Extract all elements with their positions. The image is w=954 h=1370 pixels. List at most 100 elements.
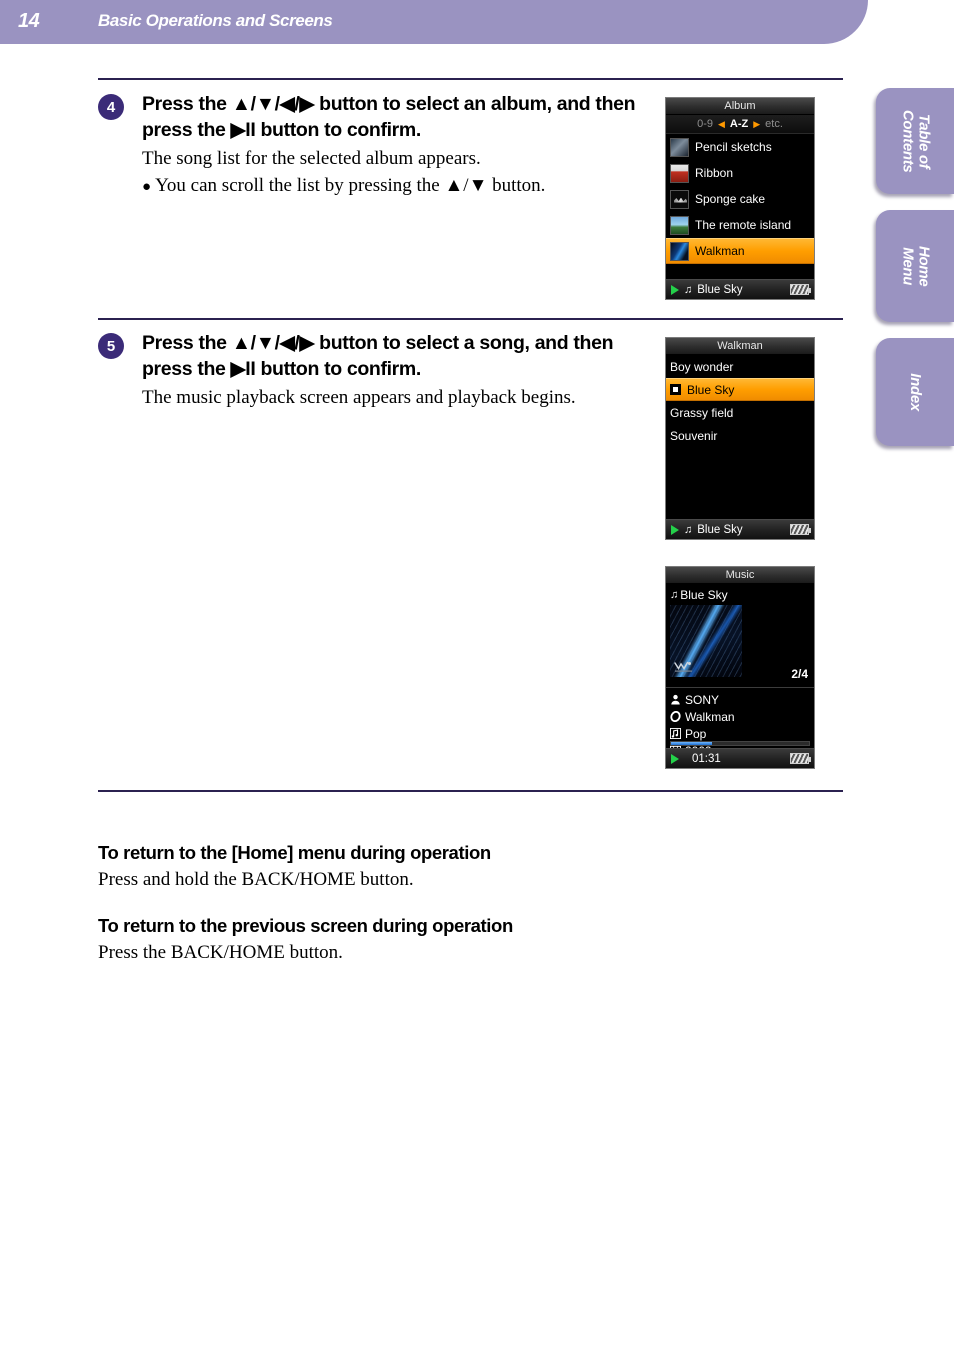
sidebar-item-index[interactable]: Index [876, 338, 954, 446]
album-thumbnail-icon [670, 215, 689, 235]
list-item-label: The remote island [695, 218, 792, 232]
chevron-right-icon[interactable]: ▶ [753, 119, 760, 130]
list-item-label: Walkman [695, 244, 745, 258]
now-playing-title-row: ♫ Blue Sky [666, 584, 814, 605]
list-item-selected[interactable]: Blue Sky [666, 378, 814, 401]
step-number-badge: 5 [98, 333, 124, 359]
step-bullet-text: You can scroll the list by pressing the … [155, 174, 546, 196]
walkman-screen-title: Walkman [666, 338, 814, 355]
list-item[interactable]: The remote island [666, 212, 814, 238]
album-thumbnail-icon [670, 163, 689, 183]
metadata-album-value: Walkman [685, 709, 735, 724]
bullet-dot: ● [142, 178, 152, 195]
step-description: The song list for the selected album app… [142, 147, 481, 169]
album-thumbnail-icon [670, 137, 689, 157]
step-heading: Press the ▲/▼/◀/▶ button to select a son… [142, 332, 614, 380]
filter-current-label: A-Z [729, 118, 749, 130]
list-item-label: Boy wonder [670, 359, 734, 374]
music-screen-title: Music [666, 567, 814, 584]
music-note-icon: ♫ [684, 523, 693, 536]
device-screen-music-playback: Music ♫ Blue Sky 2/4 SONY Walkman Pop 01… [665, 566, 815, 769]
play-icon [671, 753, 679, 764]
section-heading: To return to the [Home] menu during oper… [98, 842, 491, 863]
album-list: Pencil sketchs Ribbon Sponge cake The re… [666, 134, 814, 264]
section-body: Press and hold the BACK/HOME button. [98, 869, 414, 890]
filter-left-label[interactable]: 0-9 [697, 118, 713, 130]
music-note-icon: ♫ [670, 588, 679, 601]
genre-icon [670, 728, 681, 739]
album-art-image [670, 605, 742, 677]
step-description: The music playback screen appears and pl… [142, 386, 576, 408]
track-counter: 2/4 [791, 667, 808, 681]
playback-progress-fill [671, 742, 713, 745]
music-status-bar: 01:31 [666, 748, 814, 768]
list-item-label: Ribbon [695, 166, 734, 180]
album-thumbnail-icon [670, 241, 689, 261]
side-tab-label: Table of Contents [898, 109, 933, 173]
artist-icon [670, 694, 681, 705]
list-item-label: Souvenir [670, 428, 718, 443]
metadata-row-genre: Pop [670, 725, 814, 742]
filter-right-label[interactable]: etc. [765, 118, 783, 130]
sidebar-item-home-menu[interactable]: Home Menu [876, 210, 954, 322]
play-icon [671, 524, 679, 535]
album-icon [670, 711, 681, 722]
divider-top [98, 78, 843, 80]
album-screen-title: Album [666, 98, 814, 115]
divider-bottom [98, 790, 843, 792]
list-item[interactable]: Ribbon [666, 160, 814, 186]
metadata-row-artist: SONY [670, 691, 814, 708]
playback-progress-bar[interactable] [670, 741, 810, 746]
list-item-label: Blue Sky [687, 382, 735, 397]
step-5: 5 Press the ▲/▼/◀/▶ button to select a s… [98, 331, 642, 411]
manual-page: 14 Basic Operations and Screens Table of… [0, 0, 954, 1370]
device-screen-walkman: Walkman Boy wonder Blue Sky Grassy field… [665, 337, 815, 540]
list-item-label: Pencil sketchs [695, 140, 772, 154]
side-tab-label: Index [907, 373, 925, 411]
chevron-left-icon[interactable]: ◀ [718, 119, 725, 130]
section-return-home: To return to the [Home] menu during oper… [98, 842, 698, 891]
step-number-badge: 4 [98, 94, 124, 120]
now-playing-song-title: Blue Sky [680, 587, 728, 602]
walkman-status-bar: ♫ Blue Sky [666, 519, 814, 539]
page-header: 14 Basic Operations and Screens [0, 0, 868, 44]
now-playing-label: Blue Sky [697, 283, 743, 296]
step-bullet: ● You can scroll the list by pressing th… [142, 174, 642, 198]
section-heading: To return to the previous screen during … [98, 915, 513, 936]
page-title: Basic Operations and Screens [98, 11, 333, 30]
list-item[interactable]: Grassy field [666, 401, 814, 424]
metadata-genre-value: Pop [685, 726, 707, 741]
step-heading: Press the ▲/▼/◀/▶ button to select an al… [142, 93, 636, 141]
list-item-label: Grassy field [670, 405, 734, 420]
side-tab-label: Home Menu [898, 245, 933, 287]
list-item[interactable]: Souvenir [666, 424, 814, 447]
now-playing-label: Blue Sky [697, 523, 743, 536]
play-icon [671, 284, 679, 295]
section-return-previous: To return to the previous screen during … [98, 915, 698, 964]
list-item-selected[interactable]: Walkman [666, 238, 814, 264]
metadata-row-album: Walkman [670, 708, 814, 725]
walkman-logo-icon [674, 661, 692, 672]
list-item-label: Sponge cake [695, 192, 766, 206]
list-item[interactable]: Boy wonder [666, 355, 814, 378]
divider-middle [98, 318, 843, 320]
side-tab-nav: Table of Contents Home Menu Index [876, 88, 954, 462]
battery-icon [790, 753, 811, 764]
album-art-area: 2/4 [666, 605, 814, 687]
page-number: 14 [18, 10, 40, 32]
list-item[interactable]: Sponge cake [666, 186, 814, 212]
walkman-song-list: Boy wonder Blue Sky Grassy field Souveni… [666, 355, 814, 447]
device-screen-album: Album 0-9 ◀ A-Z ▶ etc. Pencil sketchs Ri… [665, 97, 815, 300]
now-playing-marker-icon [670, 384, 681, 395]
album-thumbnail-icon [670, 189, 689, 209]
battery-icon [790, 284, 811, 295]
metadata-artist-value: SONY [685, 692, 720, 707]
section-body: Press the BACK/HOME button. [98, 942, 343, 963]
sidebar-item-table-of-contents[interactable]: Table of Contents [876, 88, 954, 194]
album-status-bar: ♫ Blue Sky [666, 279, 814, 299]
music-note-icon: ♫ [684, 283, 693, 296]
elapsed-time-label: 01:31 [692, 752, 721, 765]
album-filter-row[interactable]: 0-9 ◀ A-Z ▶ etc. [666, 115, 814, 134]
list-item[interactable]: Pencil sketchs [666, 134, 814, 160]
step-4: 4 Press the ▲/▼/◀/▶ button to select an … [98, 92, 642, 198]
